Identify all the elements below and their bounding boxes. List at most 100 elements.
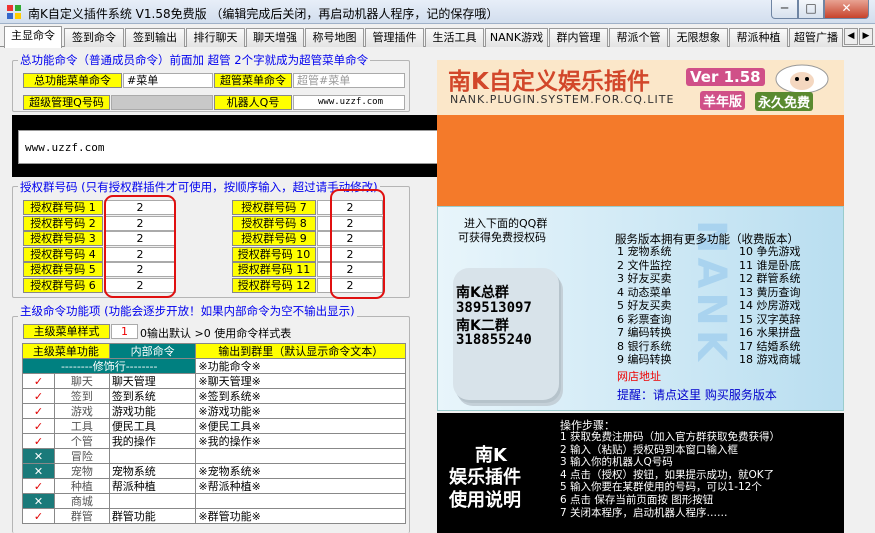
command-name: 聊天	[53, 373, 110, 389]
command-output-input[interactable]: ※我的操作※	[195, 433, 406, 449]
command-inner-input[interactable]: 便民工具	[108, 418, 197, 434]
command-output-input[interactable]: ※便民工具※	[195, 418, 406, 434]
menu-style-input[interactable]: 1	[111, 324, 138, 339]
cross-icon[interactable]: ✕	[22, 448, 55, 464]
command-output-input[interactable]: ※聊天管理※	[195, 373, 406, 389]
guide-step: 1 获取免费注册码（加入官方群获取免费获得）	[560, 431, 781, 443]
command-name: 签到	[53, 388, 110, 404]
auth-group-label-2: 授权群号码 2	[23, 215, 103, 231]
tab-scroll-left-button[interactable]: ◀	[844, 28, 858, 45]
command-output-input[interactable]: ※签到系统※	[195, 388, 406, 404]
decoration-output[interactable]: ※功能命令※	[195, 358, 406, 374]
tab-signin-cmd[interactable]: 签到命令	[64, 28, 124, 47]
tab-admin-plugin[interactable]: 管理插件	[365, 28, 424, 47]
check-icon[interactable]: ✓	[22, 373, 55, 389]
col-header-output: 输出到群里（默认显示命令文本）	[195, 343, 406, 359]
command-inner-input[interactable]: 签到系统	[108, 388, 197, 404]
check-icon[interactable]: ✓	[22, 478, 55, 494]
command-row: ✓ 工具 便民工具 ※便民工具※	[22, 418, 406, 434]
tab-main-display[interactable]: 主显命令	[4, 26, 62, 48]
guide-step: 5 输入你要在某群使用的号码，可以1-12个	[560, 481, 762, 494]
tab-signin-output[interactable]: 签到输出	[125, 28, 185, 47]
total-command-legend: 总功能命令（普通成员命令）前面加 超管 2个字就成为超管菜单命令	[18, 52, 371, 68]
command-inner-input[interactable]: 聊天管理	[108, 373, 197, 389]
tab-imagination[interactable]: 无限想象	[669, 28, 728, 47]
tab-super-broadcast[interactable]: 超管广播	[789, 28, 843, 47]
window-title: 南K自定义插件系统 V1.58免费版 （编辑完成后关闭，再启动机器人程序，记的保…	[28, 7, 499, 21]
command-name: 冒险	[53, 448, 110, 464]
feature-item: 9 编码转换	[617, 353, 672, 366]
command-inner-input[interactable]: 宠物系统	[108, 463, 197, 479]
command-inner-input[interactable]	[108, 493, 197, 509]
check-icon[interactable]: ✓	[22, 508, 55, 524]
cross-icon[interactable]: ✕	[22, 493, 55, 509]
feature-item: 6 彩票查询	[617, 312, 672, 326]
command-output-input[interactable]: ※帮派种植※	[195, 478, 406, 494]
command-inner-input[interactable]: 游戏功能	[108, 403, 197, 419]
tab-faction-manage[interactable]: 帮派个管	[609, 28, 668, 47]
command-output-input[interactable]: ※群管功能※	[195, 508, 406, 524]
super-menu-label: 超管菜单命令	[214, 73, 292, 88]
tab-rank-chat[interactable]: 排行聊天	[186, 28, 245, 47]
minimize-button[interactable]: ─	[771, 0, 798, 19]
group1-label: 南K总群	[456, 285, 509, 301]
command-row: ✕ 商城	[22, 493, 406, 509]
tab-chat-enhance[interactable]: 聊天增强	[246, 28, 304, 47]
col-header-inner-cmd: 内部命令	[108, 343, 197, 359]
command-name: 种植	[53, 478, 110, 494]
tab-life-tools[interactable]: 生活工具	[425, 28, 484, 47]
robot-qq-input[interactable]: www.uzzf.com	[293, 95, 405, 110]
auth-group-label-6: 授权群号码 6	[23, 278, 103, 293]
feature-item: 7 编码转换	[617, 326, 672, 339]
tab-nank-games[interactable]: NANK游戏	[485, 28, 548, 47]
command-output-input[interactable]: ※游戏功能※	[195, 403, 406, 419]
tab-scroll-right-button[interactable]: ▶	[859, 28, 873, 45]
tip-label: 提醒：	[617, 388, 654, 402]
tab-group-manage[interactable]: 群内管理	[549, 28, 608, 47]
admin-qq-input[interactable]	[111, 95, 213, 110]
auth-group-label-3: 授权群号码 3	[23, 231, 103, 247]
command-inner-input[interactable]: 帮派种植	[108, 478, 197, 494]
shop-link[interactable]: 网店地址	[617, 368, 661, 384]
app-icon	[7, 5, 21, 19]
maximize-button[interactable]: □	[798, 0, 824, 19]
auth-group-label-9: 授权群号码 9	[232, 231, 316, 247]
auth-group-label-4: 授权群号码 4	[23, 246, 103, 262]
sheep-icon	[775, 64, 829, 94]
features-list: 1 宠物系统 10 争先游戏 2 文件监控 11 谁是卧底 3 好友买卖 12 群管系统 4…	[617, 245, 837, 367]
command-output-input[interactable]: ※宠物系统※	[195, 463, 406, 479]
command-table: 主级菜单功能 内部命令 输出到群里（默认显示命令文本） --------修饰行-…	[21, 343, 406, 524]
close-button[interactable]: ✕	[824, 0, 869, 19]
command-row: ✓ 签到 签到系统 ※签到系统※	[22, 388, 406, 404]
command-inner-input[interactable]: 群管功能	[108, 508, 197, 524]
feature-item: 8 银行系统	[617, 339, 672, 353]
tab-bar: 主显命令 签到命令 签到输出 排行聊天 聊天增强 称号地图 管理插件 生活工具 …	[0, 26, 875, 48]
command-name: 群管	[53, 508, 110, 524]
command-output-input[interactable]	[195, 448, 406, 464]
guide-step: 2 输入（粘贴）授权码到本窗口输入框	[560, 443, 739, 456]
ad-free-badge: 永久免费	[755, 92, 814, 111]
auth-group-label-7: 授权群号码 7	[232, 200, 316, 215]
check-icon[interactable]: ✓	[22, 403, 55, 419]
check-icon[interactable]: ✓	[22, 433, 55, 449]
tab-faction-plant[interactable]: 帮派种植	[729, 28, 788, 47]
auth-group-label-11: 授权群号码 11	[232, 262, 316, 278]
main-command-legend: 主级命令功能项 (功能会逐步开放！如果内部命令为空不输出显示)	[18, 303, 357, 319]
command-row: ✓ 种植 帮派种植 ※帮派种植※	[22, 478, 406, 494]
buy-service-link[interactable]: 请点这里 购买服务版本	[653, 386, 777, 403]
func-menu-input[interactable]: #菜单	[123, 73, 213, 88]
command-inner-input[interactable]: 我的操作	[108, 433, 197, 449]
command-row: ✓ 聊天 聊天管理 ※聊天管理※	[22, 373, 406, 389]
super-menu-input[interactable]: 超管#菜单	[293, 73, 405, 88]
cross-icon[interactable]: ✕	[22, 463, 55, 479]
feature-item: 18 游戏商城	[739, 353, 801, 366]
feature-item: 12 群管系统	[739, 272, 801, 285]
command-output-input[interactable]	[195, 493, 406, 509]
feature-item: 10 争先游戏	[739, 245, 801, 258]
feature-item: 17 结婚系统	[739, 339, 801, 353]
command-inner-input[interactable]	[108, 448, 197, 464]
check-icon[interactable]: ✓	[22, 418, 55, 434]
tab-title-map[interactable]: 称号地图	[305, 28, 364, 47]
decoration-row: --------修饰行--------	[21, 358, 197, 374]
check-icon[interactable]: ✓	[22, 388, 55, 404]
